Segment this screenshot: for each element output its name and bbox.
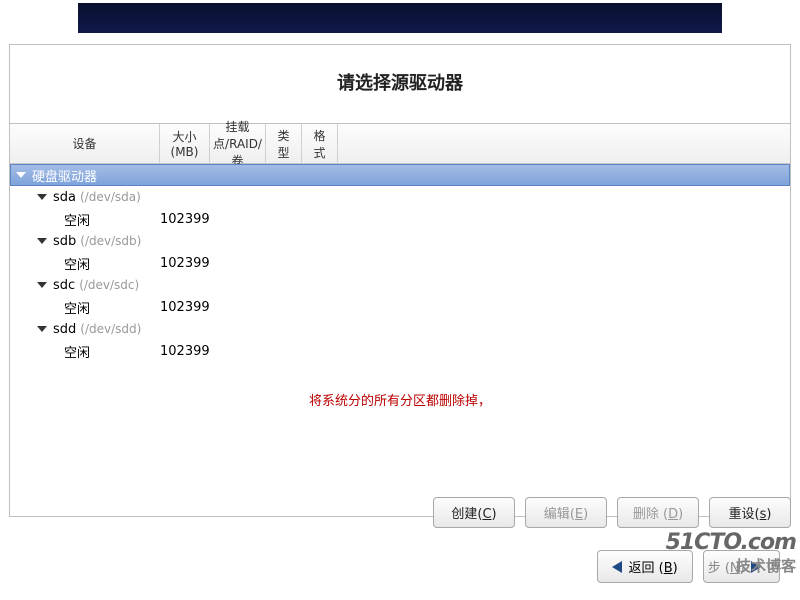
delete-button[interactable]: 删除 (D) <box>617 497 699 528</box>
free-label: 空闲 <box>64 254 90 273</box>
partition-size: 102399 <box>160 212 216 227</box>
disk-path: (/dev/sdb) <box>80 234 141 248</box>
expand-icon[interactable] <box>16 172 26 178</box>
free-label: 空闲 <box>64 342 90 361</box>
col-format[interactable]: 格式 <box>302 124 338 163</box>
partition-size: 102399 <box>160 256 216 271</box>
expand-icon[interactable] <box>37 238 47 244</box>
partition-table: 设备 大小(MB) 挂载点/RAID/卷 类型 格式 硬盘驱动器 sda (/d… <box>10 123 790 516</box>
table-body: 硬盘驱动器 sda (/dev/sda) 空闲 102399 sdb (/dev… <box>10 164 790 516</box>
top-banner <box>78 3 722 33</box>
disk-name: sdd <box>53 322 76 337</box>
disk-name: sdc <box>53 278 75 293</box>
arrow-right-icon <box>751 561 761 573</box>
create-button[interactable]: 创建(C) <box>433 497 515 528</box>
free-label: 空闲 <box>64 210 90 229</box>
col-type[interactable]: 类型 <box>266 124 302 163</box>
expand-icon[interactable] <box>37 326 47 332</box>
col-mount[interactable]: 挂载点/RAID/卷 <box>210 124 266 163</box>
back-button[interactable]: 返回 (B) <box>597 550 692 583</box>
partition-size: 102399 <box>160 344 216 359</box>
col-device[interactable]: 设备 <box>10 124 160 163</box>
next-button[interactable]: 步 (N) g <box>703 550 780 583</box>
tree-root-label: 硬盘驱动器 <box>32 166 97 185</box>
col-size[interactable]: 大小(MB) <box>160 124 210 163</box>
main-panel: 请选择源驱动器 设备 大小(MB) 挂载点/RAID/卷 类型 格式 硬盘驱动器… <box>9 44 791 517</box>
disk-row[interactable]: sdc (/dev/sdc) <box>10 274 790 296</box>
disk-row[interactable]: sdd (/dev/sdd) <box>10 318 790 340</box>
partition-row[interactable]: 空闲 102399 <box>10 340 790 362</box>
partition-row[interactable]: 空闲 102399 <box>10 208 790 230</box>
disk-row[interactable]: sda (/dev/sda) <box>10 186 790 208</box>
disk-name: sda <box>53 190 76 205</box>
partition-row[interactable]: 空闲 102399 <box>10 252 790 274</box>
disk-name: sdb <box>53 234 76 249</box>
partition-size: 102399 <box>160 300 216 315</box>
disk-path: (/dev/sda) <box>80 190 141 204</box>
free-label: 空闲 <box>64 298 90 317</box>
table-header: 设备 大小(MB) 挂载点/RAID/卷 类型 格式 <box>10 124 790 164</box>
expand-icon[interactable] <box>37 194 47 200</box>
partition-row[interactable]: 空闲 102399 <box>10 296 790 318</box>
reset-button[interactable]: 重设(s) <box>709 497 791 528</box>
page-title: 请选择源驱动器 <box>10 45 790 123</box>
edit-button[interactable]: 编辑(E) <box>525 497 607 528</box>
disk-path: (/dev/sdc) <box>79 278 139 292</box>
warning-message: 将系统分的所有分区都删除掉， <box>10 390 790 409</box>
tree-root-row[interactable]: 硬盘驱动器 <box>10 164 790 186</box>
expand-icon[interactable] <box>37 282 47 288</box>
arrow-left-icon <box>612 561 622 573</box>
disk-path: (/dev/sdd) <box>80 322 141 336</box>
action-buttons: 创建(C) 编辑(E) 删除 (D) 重设(s) <box>433 497 791 528</box>
navigation-buttons: 返回 (B) 步 (N) g <box>0 550 800 583</box>
disk-row[interactable]: sdb (/dev/sdb) <box>10 230 790 252</box>
